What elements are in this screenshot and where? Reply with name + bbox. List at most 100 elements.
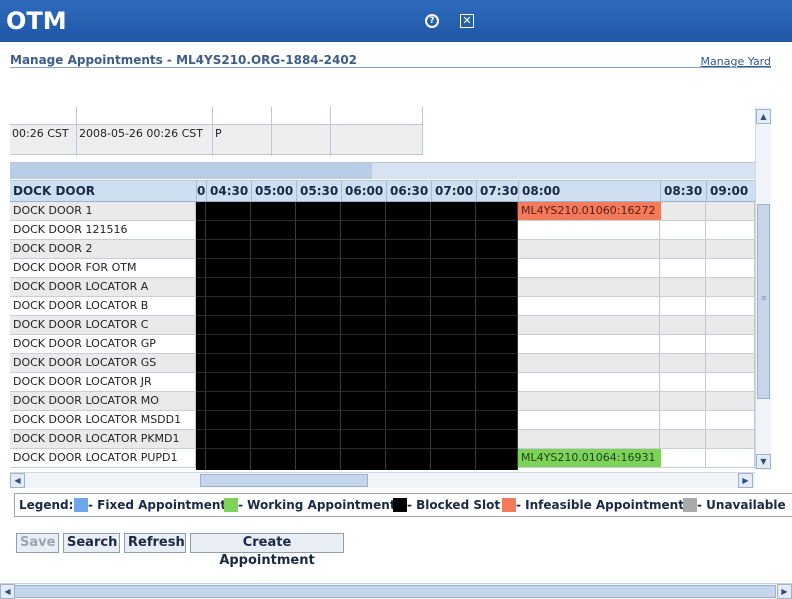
time-column-header: 07:30 [476, 181, 518, 202]
time-slot-cell[interactable] [706, 430, 755, 448]
time-slot-cell[interactable] [660, 259, 706, 277]
upper-table-row[interactable]: 00:26 CST 2008-05-26 00:26 CST P [10, 124, 422, 156]
fixed-appointment-swatch [74, 498, 88, 512]
upper-divider [330, 107, 331, 124]
time-column-header: 04:30 [206, 181, 251, 202]
upper-table-header [10, 107, 422, 124]
blocked-slot-divider [196, 258, 518, 259]
dock-door-label: DOCK DOOR LOCATOR MO [10, 392, 196, 410]
dock-door-label: DOCK DOOR 1 [10, 202, 196, 220]
partial-time-column-header: 0 [196, 181, 206, 202]
app-brand: OTM [6, 7, 67, 35]
dock-door-column-header[interactable]: DOCK DOOR [10, 181, 196, 202]
legend-unavailable-label: - Unavailable [697, 498, 786, 512]
time-slot-cell[interactable] [660, 411, 706, 429]
dock-door-label: DOCK DOOR LOCATOR B [10, 297, 196, 315]
time-column-header: 08:00 [518, 181, 660, 202]
time-slot-cell[interactable] [706, 449, 755, 467]
scroll-right-icon[interactable]: ▶ [738, 473, 753, 488]
blocked-slot-region [196, 202, 518, 470]
time-slot-cell[interactable] [706, 335, 755, 353]
upper-divider [271, 107, 272, 124]
blocked-slot-divider [196, 277, 518, 278]
time-slot-cell[interactable] [660, 297, 706, 315]
time-slot-cell[interactable] [660, 221, 706, 239]
create-appointment-button[interactable]: Create Appointment [190, 533, 344, 568]
time-slot-cell[interactable] [706, 354, 755, 372]
time-slot-cell[interactable] [518, 335, 660, 353]
blocked-slot-swatch [393, 498, 407, 512]
time-slot-cell[interactable] [706, 278, 755, 296]
legend-fixed-label: - Fixed Appointment [88, 498, 227, 512]
upper-cell [331, 125, 422, 156]
time-slot-cell[interactable] [518, 259, 660, 277]
time-column-header: 09:00 [706, 181, 755, 202]
time-slot-cell[interactable] [660, 202, 706, 220]
time-slot-cell[interactable] [518, 373, 660, 391]
upper-cell: 00:26 CST [10, 125, 77, 156]
time-slot-cell[interactable] [706, 202, 755, 220]
working-appointment-swatch [224, 498, 238, 512]
horizontal-scroll-thumb[interactable] [200, 474, 368, 487]
time-slot-cell[interactable] [518, 411, 660, 429]
time-slot-cell[interactable] [706, 221, 755, 239]
scroll-down-icon[interactable]: ▼ [756, 454, 771, 469]
time-slot-cell[interactable] [518, 430, 660, 448]
legend: Legend: - Fixed Appointment - Working Ap… [14, 493, 792, 517]
time-slot-cell[interactable] [706, 240, 755, 258]
time-slot-cell[interactable] [660, 278, 706, 296]
page-horizontal-scrollbar[interactable]: ◀ ▶ [0, 583, 792, 599]
working-appointment[interactable]: ML4YS210.01064:16931 [518, 449, 661, 467]
time-slot-cell[interactable] [706, 297, 755, 315]
time-column-header: 06:30 [386, 181, 431, 202]
time-slot-cell[interactable] [706, 316, 755, 334]
time-slot-cell[interactable] [518, 354, 660, 372]
time-slot-cell[interactable] [660, 335, 706, 353]
legend-working-label: - Working Appointment [238, 498, 396, 512]
upper-divider [212, 107, 213, 124]
time-slot-cell[interactable] [518, 221, 660, 239]
dock-door-label: DOCK DOOR LOCATOR JR [10, 373, 196, 391]
page-scroll-thumb[interactable] [14, 585, 776, 598]
refresh-button[interactable]: Refresh [124, 533, 186, 553]
close-icon[interactable]: ✕ [460, 14, 474, 28]
vertical-scroll-thumb[interactable]: ≡ [757, 204, 770, 399]
dock-door-label: DOCK DOOR FOR OTM [10, 259, 196, 277]
time-slot-cell[interactable] [706, 392, 755, 410]
scroll-up-icon[interactable]: ▲ [756, 109, 771, 124]
time-slot-cell[interactable] [660, 430, 706, 448]
time-slot-cell[interactable] [518, 392, 660, 410]
blocked-slot-divider [196, 296, 518, 297]
blocked-slot-divider [196, 334, 518, 335]
time-slot-cell[interactable] [518, 278, 660, 296]
scroll-right-icon[interactable]: ▶ [777, 584, 792, 599]
vertical-scrollbar[interactable]: ▲ ≡ ▼ [755, 107, 771, 470]
time-slot-cell[interactable] [518, 240, 660, 258]
time-column-header: 07:00 [431, 181, 476, 202]
upper-scroll-thumb[interactable] [10, 163, 372, 179]
grid-horizontal-scrollbar[interactable]: ◀ ▶ [10, 472, 755, 488]
save-button[interactable]: Save [16, 533, 59, 553]
time-slot-cell[interactable] [660, 354, 706, 372]
dock-door-label: DOCK DOOR LOCATOR C [10, 316, 196, 334]
scroll-left-icon[interactable]: ◀ [10, 473, 25, 488]
time-slot-cell[interactable] [660, 316, 706, 334]
time-slot-cell[interactable] [660, 240, 706, 258]
infeasible-appointment[interactable]: ML4YS210.01060:16272 [518, 202, 661, 220]
upper-cell [272, 125, 331, 156]
scroll-left-icon[interactable]: ◀ [0, 584, 15, 599]
search-button[interactable]: Search [63, 533, 120, 553]
time-column-header: 05:30 [296, 181, 341, 202]
help-icon[interactable]: ? [425, 14, 439, 28]
dock-door-label: DOCK DOOR LOCATOR MSDD1 [10, 411, 196, 429]
time-slot-cell[interactable] [660, 449, 706, 467]
time-slot-cell[interactable] [706, 373, 755, 391]
time-slot-cell[interactable] [518, 316, 660, 334]
time-slot-cell[interactable] [660, 373, 706, 391]
time-slot-cell[interactable] [706, 259, 755, 277]
time-slot-cell[interactable] [660, 392, 706, 410]
time-slot-cell[interactable] [706, 411, 755, 429]
upper-horizontal-scrollbar[interactable] [10, 162, 755, 179]
schedule-grid: DOCK DOOR 0 04:30 05:00 05:30 06:00 06:30 07:… [10, 180, 755, 470]
time-slot-cell[interactable] [518, 297, 660, 315]
